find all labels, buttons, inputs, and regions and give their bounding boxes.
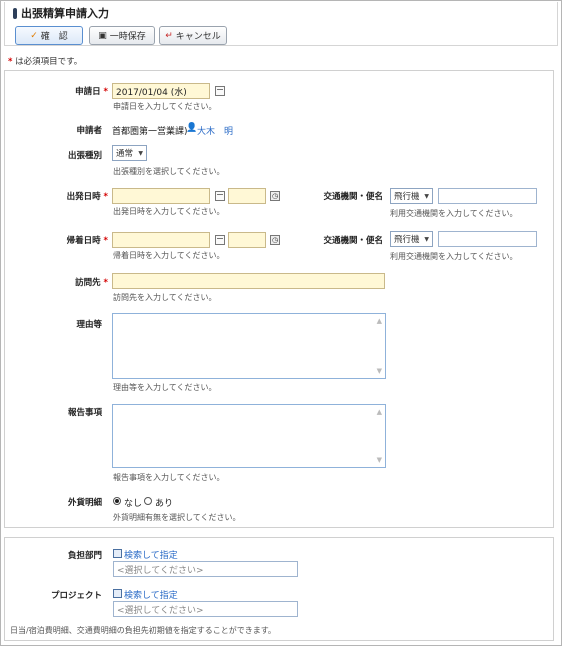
cancel-button[interactable]: ↵ キャンセル <box>159 26 227 45</box>
radio-yes-label: あり <box>155 499 174 509</box>
trip-type-select[interactable]: 通常 ▼ <box>112 145 147 161</box>
depart-datetime-label: 出発日時 * <box>66 192 108 202</box>
floppy-icon: ▣ <box>98 30 107 41</box>
scroll-up-icon[interactable]: ▲ <box>377 408 382 416</box>
user-icon: 👤 <box>186 123 198 133</box>
confirm-button[interactable]: ✓ 確 認 <box>15 26 83 45</box>
confirm-button-label: 確 認 <box>40 32 68 42</box>
depart-transport-hint: 利用交通機関を入力してください。 <box>390 209 518 218</box>
depart-date-input[interactable] <box>112 188 210 204</box>
calendar-icon[interactable] <box>215 235 225 245</box>
temp-save-button-label: 一時保存 <box>109 32 146 42</box>
apply-date-hint: 申請日を入力してください。 <box>113 102 217 111</box>
scroll-down-icon[interactable]: ▼ <box>377 367 382 375</box>
clock-icon[interactable]: ◷ <box>270 235 280 245</box>
page-title: 出張精算申請入力 <box>13 5 109 21</box>
foreign-currency-hint: 外貨明細有無を選択してください。 <box>113 513 241 522</box>
radio-no-label: なし <box>124 499 143 509</box>
return-datetime-hint: 帰着日時を入力してください。 <box>113 251 225 260</box>
return-transport-select[interactable]: 飛行機 ▼ <box>390 231 433 247</box>
radio-no[interactable] <box>113 497 121 505</box>
search-icon[interactable] <box>113 589 122 598</box>
apply-date-input[interactable]: 2017/01/04 (水) <box>112 83 210 99</box>
clock-icon[interactable]: ◷ <box>270 191 280 201</box>
report-textarea[interactable]: ▲ ▼ <box>112 404 386 468</box>
required-note: * は必須項目です。 <box>8 55 82 67</box>
page-title-text: 出張精算申請入力 <box>21 7 109 20</box>
return-transport-hint: 利用交通機関を入力してください。 <box>390 252 518 261</box>
scroll-down-icon[interactable]: ▼ <box>377 456 382 464</box>
return-date-input[interactable] <box>112 232 210 248</box>
trip-type-label: 出張種別 <box>67 151 102 161</box>
search-icon[interactable] <box>113 549 122 558</box>
destination-hint: 訪問先を入力してください。 <box>113 293 217 302</box>
destination-label: 訪問先 * <box>75 278 108 288</box>
depart-transport-select[interactable]: 飛行機 ▼ <box>390 188 433 204</box>
return-icon: ↵ <box>165 30 173 41</box>
return-time-input[interactable] <box>228 232 266 248</box>
return-flight-input[interactable] <box>438 231 537 247</box>
project-search-link[interactable]: 検索して指定 <box>124 588 178 601</box>
burden-dept-label: 負担部門 <box>67 551 102 561</box>
required-note-text: は必須項目です。 <box>15 57 83 67</box>
depart-time-input[interactable] <box>228 188 266 204</box>
calendar-icon[interactable] <box>215 86 225 96</box>
foreign-currency-label: 外貨明細 <box>67 498 102 508</box>
burden-dept-search-link[interactable]: 検索して指定 <box>124 548 178 561</box>
calendar-icon[interactable] <box>215 191 225 201</box>
return-transport-label: 交通機関・便名 <box>323 236 383 246</box>
radio-yes[interactable] <box>144 497 152 505</box>
applicant-label: 申請者 <box>76 126 102 136</box>
temp-save-button[interactable]: ▣ 一時保存 <box>89 26 155 45</box>
reason-hint: 理由等を入力してください。 <box>113 383 217 392</box>
header-panel: 出張精算申請入力 ✓ 確 認 ▣ 一時保存 ↵ キャンセル <box>4 2 558 46</box>
reason-label: 理由等 <box>76 320 102 330</box>
check-icon: ✓ <box>30 30 38 41</box>
reason-textarea[interactable]: ▲ ▼ <box>112 313 386 379</box>
return-datetime-label: 帰着日時 * <box>66 236 108 246</box>
burden-note: 日当/宿泊費明細、交通費明細の負担先初期値を指定することができます。 <box>10 626 276 635</box>
applicant-department: 首都圏第一営業課) <box>112 127 188 137</box>
applicant-name-link[interactable]: 大木 明 <box>197 124 233 137</box>
project-label: プロジェクト <box>50 591 102 601</box>
depart-transport-label: 交通機関・便名 <box>323 192 383 202</box>
apply-date-label: 申請日 * <box>75 87 108 97</box>
destination-input[interactable] <box>112 273 385 289</box>
scroll-up-icon[interactable]: ▲ <box>377 317 382 325</box>
report-hint: 報告事項を入力してください。 <box>113 473 225 482</box>
project-field[interactable]: <選択してください> <box>113 601 298 617</box>
depart-datetime-hint: 出発日時を入力してください。 <box>113 207 225 216</box>
depart-flight-input[interactable] <box>438 188 537 204</box>
burden-dept-field[interactable]: <選択してください> <box>113 561 298 577</box>
required-star: * <box>8 57 13 67</box>
cancel-button-label: キャンセル <box>175 32 221 42</box>
title-mark-icon <box>13 7 17 19</box>
trip-type-hint: 出張種別を選択してください。 <box>113 167 225 176</box>
report-label: 報告事項 <box>67 408 102 418</box>
